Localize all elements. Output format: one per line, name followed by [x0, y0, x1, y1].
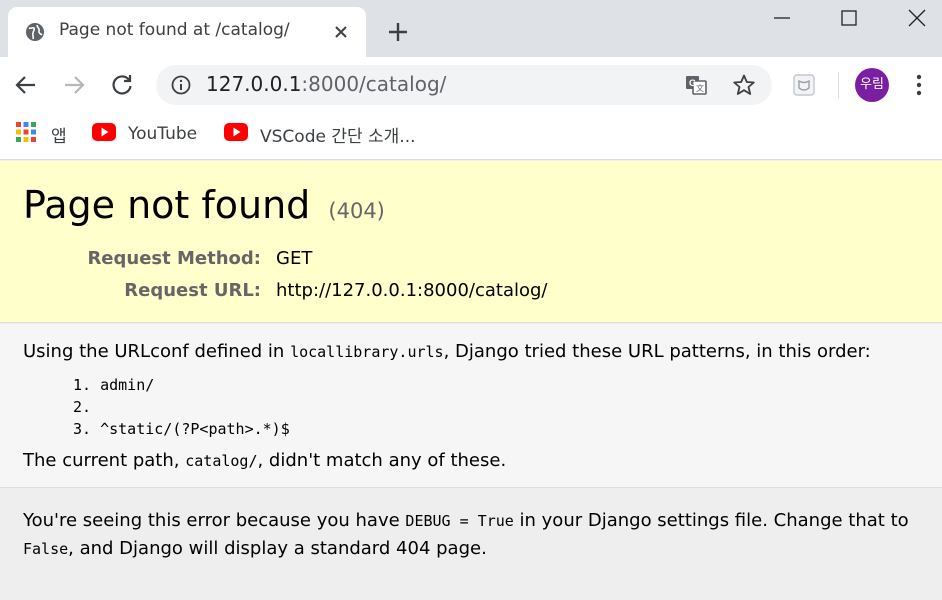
apps-grid-icon [15, 121, 37, 147]
explanation-part: You're seeing this error because you hav… [23, 510, 406, 531]
request-method-value: GET [276, 248, 313, 269]
toolbar-separator [838, 72, 839, 98]
translate-icon[interactable]: G文 [684, 73, 708, 97]
bookmark-label: YouTube [128, 124, 198, 144]
url-text[interactable]: 127.0.0.1:8000/catalog/ [206, 72, 446, 96]
current-path-message: The current path, catalog/, didn't match… [23, 450, 506, 471]
minimize-icon[interactable] [747, 0, 817, 34]
info-icon[interactable] [171, 75, 191, 95]
browser-toolbar: 127.0.0.1:8000/catalog/ G文 우림 [0, 57, 942, 112]
tab-strip: Page not found at /catalog/ [0, 0, 942, 57]
tab-title: Page not found at /catalog/ [59, 20, 290, 40]
youtube-icon [92, 123, 116, 145]
extension-icon[interactable] [793, 74, 815, 96]
debug-explanation: You're seeing this error because you hav… [0, 489, 942, 600]
url-pattern-item: 1. admin/ [73, 376, 155, 394]
page-content: Page not found (404) Request Method: GET… [0, 161, 942, 600]
current-path-value: catalog/ [185, 452, 258, 470]
explanation-part: in your Django settings file. Change tha… [513, 510, 909, 531]
urlconf-module: locallibrary.urls [290, 343, 444, 361]
intro-text-after: , Django tried these URL patterns, in th… [443, 341, 871, 362]
svg-text:G: G [689, 78, 696, 88]
close-window-icon[interactable] [882, 0, 942, 34]
intro-text-before: Using the URLconf defined in [23, 341, 291, 362]
status-code: (404) [328, 199, 385, 223]
explanation-text: You're seeing this error because you hav… [23, 507, 923, 563]
new-tab-icon[interactable] [386, 20, 410, 44]
globe-icon [25, 22, 45, 42]
page-heading: Page not found [23, 183, 311, 227]
debug-setting-code: DEBUG = True [405, 512, 514, 530]
urlconf-intro: Using the URLconf defined in locallibrar… [23, 341, 871, 362]
browser-tab[interactable]: Page not found at /catalog/ [8, 7, 366, 57]
url-path: :8000/catalog/ [301, 72, 447, 96]
bookmark-apps[interactable]: 앱 [15, 121, 67, 147]
bookmark-star-icon[interactable] [732, 73, 756, 97]
svg-text:文: 文 [696, 83, 704, 93]
maximize-icon[interactable] [814, 0, 884, 34]
error-summary: Page not found (404) Request Method: GET… [0, 161, 942, 323]
youtube-icon [224, 123, 248, 145]
path-text-after: , didn't match any of these. [257, 450, 507, 471]
back-arrow-icon[interactable] [13, 72, 39, 98]
reload-icon[interactable] [109, 72, 135, 98]
forward-arrow-icon[interactable] [61, 72, 87, 98]
bookmark-youtube[interactable]: YouTube [92, 121, 197, 147]
page-title: Page not found (404) [23, 183, 385, 227]
close-tab-icon[interactable] [331, 22, 351, 42]
explanation-part: , and Django will display a standard 404… [68, 538, 487, 559]
url-pattern-item: 3. ^static/(?P<path>.*)$ [73, 420, 290, 438]
request-method-label: Request Method: [87, 248, 261, 269]
url-pattern-list: 1. admin/ 2. 3. ^static/(?P<path>.*)$ [73, 374, 290, 440]
url-host: 127.0.0.1 [206, 72, 302, 96]
bookmarks-bar: 앱 YouTube VSCode 간단 소개... [0, 112, 942, 160]
url-pattern-item: 2. [73, 398, 92, 416]
profile-avatar[interactable]: 우림 [855, 68, 889, 102]
request-url-label: Request URL: [124, 280, 261, 301]
address-bar[interactable]: 127.0.0.1:8000/catalog/ G文 [156, 65, 772, 105]
bookmark-label: VSCode 간단 소개... [260, 126, 416, 147]
kebab-menu-icon[interactable] [909, 72, 929, 98]
path-text-before: The current path, [23, 450, 186, 471]
false-code: False [23, 540, 69, 558]
request-url-value: http://127.0.0.1:8000/catalog/ [276, 280, 548, 301]
urlconf-info: Using the URLconf defined in locallibrar… [0, 324, 942, 488]
bookmark-label: 앱 [51, 126, 67, 147]
bookmark-vscode-intro[interactable]: VSCode 간단 소개... [224, 121, 416, 147]
